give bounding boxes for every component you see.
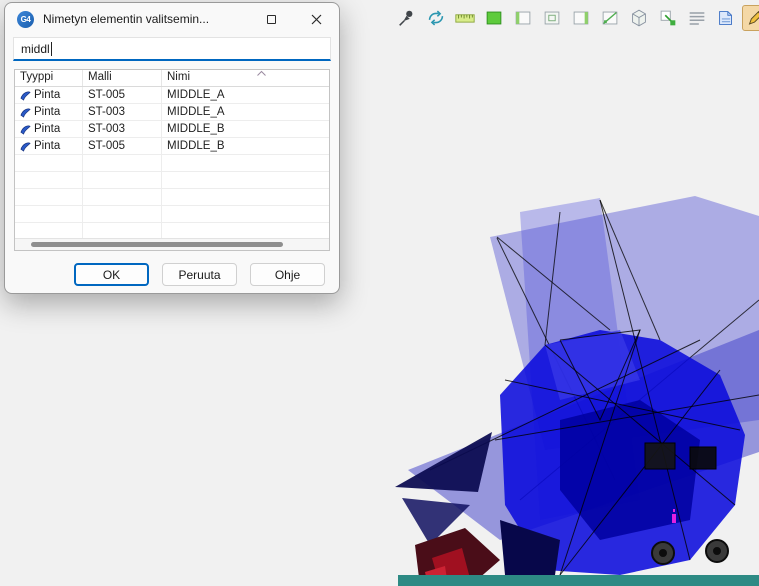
dialog-buttons: OK Peruuta Ohje: [5, 251, 339, 286]
cell-tyyppi: Pinta: [15, 104, 83, 120]
column-header-tyyppi[interactable]: Tyyppi: [15, 70, 83, 86]
table-header[interactable]: Tyyppi Malli Nimi: [15, 70, 329, 87]
cell-malli: ST-003: [83, 104, 162, 120]
scrollbar-thumb[interactable]: [31, 242, 283, 247]
cell-text: Pinta: [34, 140, 60, 152]
cell-malli: ST-003: [83, 121, 162, 137]
plane-right-green-icon[interactable]: [568, 5, 593, 31]
workplane-icon[interactable]: [539, 5, 564, 31]
empty-row: [15, 189, 329, 206]
active-tool-icon[interactable]: [742, 5, 759, 31]
cell-tyyppi: Pinta: [15, 87, 83, 103]
list-icon[interactable]: [684, 5, 709, 31]
solid-box-icon[interactable]: [626, 5, 651, 31]
ruler-icon[interactable]: [452, 5, 477, 31]
sort-ascending-icon: [256, 70, 267, 77]
close-icon: [311, 14, 322, 25]
maximize-button[interactable]: [249, 4, 294, 35]
box-arrow-icon[interactable]: [655, 5, 680, 31]
grid-plane-icon[interactable]: [597, 5, 622, 31]
green-plane-icon[interactable]: [481, 5, 506, 31]
surface-icon: [20, 141, 31, 152]
filter-input[interactable]: middl: [13, 37, 331, 61]
ok-button[interactable]: OK: [74, 263, 149, 286]
table-row[interactable]: Pinta ST-005 MIDDLE_A: [15, 87, 329, 104]
cell-nimi: MIDDLE_A: [162, 104, 329, 120]
element-table[interactable]: Tyyppi Malli Nimi Pinta ST-005 MIDDLE_A: [14, 69, 330, 251]
maximize-icon: [267, 15, 276, 24]
dialog-titlebar[interactable]: G4 Nimetyn elementin valitsemin...: [5, 3, 339, 35]
app-icon: G4: [17, 11, 34, 28]
cell-malli: ST-005: [83, 138, 162, 154]
named-element-dialog: G4 Nimetyn elementin valitsemin... middl…: [4, 2, 340, 294]
filter-value: middl: [21, 42, 50, 56]
cell-nimi: MIDDLE_B: [162, 121, 329, 137]
table-row[interactable]: Pinta ST-005 MIDDLE_B: [15, 138, 329, 155]
cell-text: Pinta: [34, 89, 60, 101]
empty-row: [15, 206, 329, 223]
table-row[interactable]: Pinta ST-003 MIDDLE_A: [15, 104, 329, 121]
snap-toolbar: [394, 5, 759, 31]
pin-icon[interactable]: [394, 5, 419, 31]
ground-strip: [398, 575, 759, 586]
empty-row: [15, 172, 329, 189]
cell-text: Pinta: [34, 106, 60, 118]
layers-icon[interactable]: [713, 5, 738, 31]
table-row[interactable]: Pinta ST-003 MIDDLE_B: [15, 121, 329, 138]
cell-tyyppi: Pinta: [15, 138, 83, 154]
surface-icon: [20, 124, 31, 135]
dialog-title: Nimetyn elementin valitsemin...: [43, 12, 249, 26]
application-window: G4 Nimetyn elementin valitsemin... middl…: [0, 0, 759, 586]
cancel-button[interactable]: Peruuta: [162, 263, 237, 286]
model-left-wing: [395, 432, 492, 545]
surface-icon: [20, 90, 31, 101]
help-button[interactable]: Ohje: [250, 263, 325, 286]
plane-left-green-icon[interactable]: [510, 5, 535, 31]
empty-row: [15, 155, 329, 172]
cell-nimi: MIDDLE_B: [162, 138, 329, 154]
horizontal-scrollbar[interactable]: [15, 238, 329, 250]
text-caret: [51, 42, 52, 56]
cell-tyyppi: Pinta: [15, 121, 83, 137]
column-header-malli[interactable]: Malli: [83, 70, 162, 86]
rotate-view-icon[interactable]: [423, 5, 448, 31]
close-button[interactable]: [294, 4, 339, 35]
cell-malli: ST-005: [83, 87, 162, 103]
cell-nimi: MIDDLE_A: [162, 87, 329, 103]
column-header-nimi[interactable]: Nimi: [162, 70, 329, 86]
surface-icon: [20, 107, 31, 118]
cell-text: Pinta: [34, 123, 60, 135]
